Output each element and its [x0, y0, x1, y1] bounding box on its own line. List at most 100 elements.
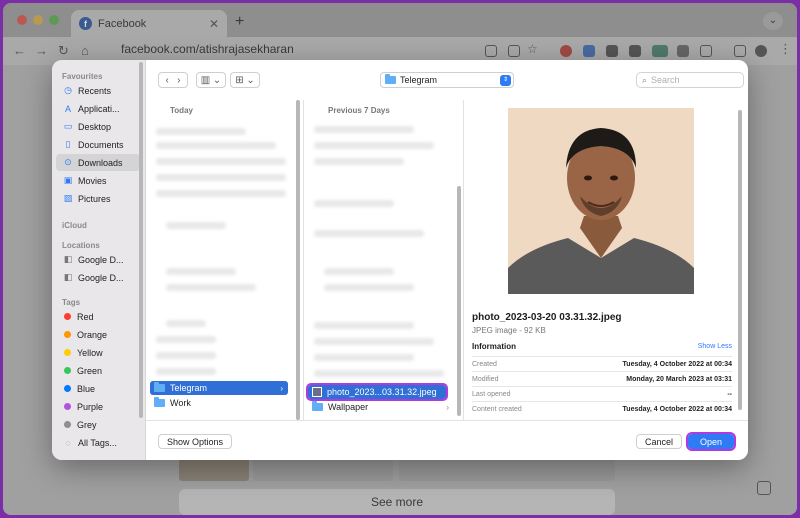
profile-avatar[interactable]	[755, 45, 767, 57]
film-icon: ▣	[63, 175, 73, 185]
download-icon: ⊙	[64, 157, 72, 167]
forward-icon[interactable]: →	[35, 43, 48, 58]
sidebar-item-desktop[interactable]: ▭ Desktop	[56, 118, 140, 135]
drive-icon: ◧	[63, 272, 73, 282]
extension-icon[interactable]	[652, 45, 668, 57]
sidebar-item-pictures[interactable]: ▨ Pictures	[56, 190, 140, 207]
tag-color-dot	[64, 421, 71, 428]
new-tab-icon[interactable]: +	[235, 13, 244, 31]
group-button[interactable]: ⊞ ⌄	[230, 72, 260, 88]
forward-chevron-icon[interactable]: ›	[177, 75, 180, 86]
extension-icon[interactable]	[677, 45, 689, 57]
show-options-button[interactable]: Show Options	[158, 434, 232, 449]
sidebar-item-movies[interactable]: ▣ Movies	[56, 172, 140, 189]
sidebar-item-google-drive[interactable]: ◧ Google D...	[56, 269, 140, 286]
sidebar-item-downloads[interactable]: ⊙ Downloads	[56, 154, 140, 171]
list-item-work[interactable]: Work	[150, 396, 288, 410]
sidebar-toggle-icon[interactable]	[734, 45, 746, 57]
close-window-button[interactable]	[17, 15, 27, 25]
browser-tab-bar: f Facebook ✕ + ⌄	[3, 3, 797, 37]
preview-file-type: JPEG image - 92 KB	[472, 326, 546, 335]
stepper-icon[interactable]: ⇕	[500, 74, 511, 86]
menu-icon[interactable]: ⋮	[779, 41, 792, 57]
extension-icon[interactable]	[583, 45, 595, 57]
extension-icon[interactable]	[560, 45, 572, 57]
share-icon[interactable]	[508, 45, 520, 57]
location-select[interactable]: Telegram ⇕	[380, 72, 514, 88]
sidebar-item-google-drive[interactable]: ◧ Google D...	[56, 251, 140, 268]
address-bar[interactable]: facebook.com/atishrajasekharan	[121, 42, 294, 56]
file-preview-pane: photo_2023-03-20 03.31.32.jpeg JPEG imag…	[464, 100, 748, 420]
see-more-button[interactable]: See more	[179, 489, 615, 515]
blurred-item	[166, 320, 206, 327]
extension-icon[interactable]	[606, 45, 618, 57]
folder-icon	[385, 74, 396, 84]
preview-scrollbar[interactable]	[738, 110, 742, 410]
sidebar-tag-red[interactable]: Red	[56, 308, 140, 325]
list-item-photo[interactable]: photo_2023...03.31.32.jpeg	[306, 383, 448, 401]
open-button[interactable]: Open	[686, 432, 736, 451]
sidebar-tag-grey[interactable]: Grey	[56, 416, 140, 433]
back-forward-buttons[interactable]: ‹ ›	[158, 72, 188, 88]
column-scrollbar[interactable]	[296, 100, 300, 420]
sidebar-item-all-tags[interactable]: ◌ All Tags...	[56, 434, 140, 451]
tab-title: Facebook	[98, 17, 147, 30]
tab-list-chevron-icon[interactable]: ⌄	[763, 12, 783, 30]
sidebar-tag-purple[interactable]: Purple	[56, 398, 140, 415]
list-item-telegram[interactable]: Telegram ›	[150, 381, 288, 395]
cancel-button[interactable]: Cancel	[636, 434, 682, 449]
zoom-window-button[interactable]	[49, 15, 59, 25]
folder-icon	[312, 401, 323, 411]
sidebar-item-applications[interactable]: A Applicati...	[56, 100, 140, 117]
back-icon[interactable]: ←	[13, 43, 26, 58]
sidebar-tag-green[interactable]: Green	[56, 362, 140, 379]
sidebar-scrollbar[interactable]	[139, 62, 143, 418]
home-icon[interactable]: ⌂	[81, 43, 89, 58]
tag-color-dot	[64, 385, 71, 392]
compose-icon[interactable]	[757, 481, 771, 495]
clock-icon: ◷	[64, 85, 72, 95]
sidebar-tag-blue[interactable]: Blue	[56, 380, 140, 397]
tag-color-dot	[64, 313, 71, 320]
dialog-sidebar: Favourites ◷ Recents A Applicati... ▭ De…	[52, 60, 146, 460]
photo-preview-image	[508, 108, 694, 294]
sidebar-item-recents[interactable]: ◷ Recents	[56, 82, 140, 99]
sidebar-tag-yellow[interactable]: Yellow	[56, 344, 140, 361]
extension-icon[interactable]	[629, 45, 641, 57]
column-header: Today	[170, 106, 193, 115]
sidebar-item-documents[interactable]: ▯ Documents	[56, 136, 140, 153]
blurred-item	[166, 268, 236, 275]
column-scrollbar[interactable]	[457, 186, 461, 416]
bookmark-star-icon[interactable]: ☆	[527, 42, 538, 56]
dialog-toolbar: ‹ › ▥ ⌄ ⊞ ⌄ Telegram ⇕ ⌕ Search	[146, 60, 748, 100]
reload-icon[interactable]: ↻	[58, 43, 69, 59]
dialog-footer: Show Options Cancel Open	[146, 420, 748, 460]
list-item-wallpaper[interactable]: Wallpaper ›	[308, 400, 454, 414]
blurred-item	[314, 142, 434, 149]
tab-close-icon[interactable]: ✕	[209, 17, 219, 31]
blurred-item	[156, 158, 286, 165]
search-field[interactable]: ⌕ Search	[636, 72, 744, 88]
locations-section-label: Locations	[62, 241, 100, 250]
blurred-item	[314, 200, 394, 207]
picture-icon: ▨	[63, 193, 73, 203]
info-row-created: Created Tuesday, 4 October 2022 at 00:34	[472, 356, 732, 368]
post-thumbnail	[253, 459, 393, 481]
info-row-last-opened: Last opened --	[472, 386, 732, 398]
search-placeholder: Search	[651, 75, 680, 85]
chevron-right-icon: ›	[446, 402, 449, 412]
tag-color-dot	[64, 403, 71, 410]
blurred-item	[166, 222, 226, 229]
sidebar-tag-orange[interactable]: Orange	[56, 326, 140, 343]
show-less-link[interactable]: Show Less	[698, 343, 732, 350]
browser-tab-facebook[interactable]: f Facebook ✕	[71, 10, 227, 37]
back-chevron-icon[interactable]: ‹	[165, 75, 168, 86]
tags-section-label: Tags	[62, 298, 81, 307]
post-thumbnail	[179, 459, 249, 481]
desktop-icon: ▭	[63, 121, 73, 131]
minimize-window-button[interactable]	[33, 15, 43, 25]
blurred-item	[314, 230, 424, 237]
extensions-puzzle-icon[interactable]	[700, 45, 712, 57]
cast-icon[interactable]	[485, 45, 497, 57]
view-mode-button[interactable]: ▥ ⌄	[196, 72, 226, 88]
